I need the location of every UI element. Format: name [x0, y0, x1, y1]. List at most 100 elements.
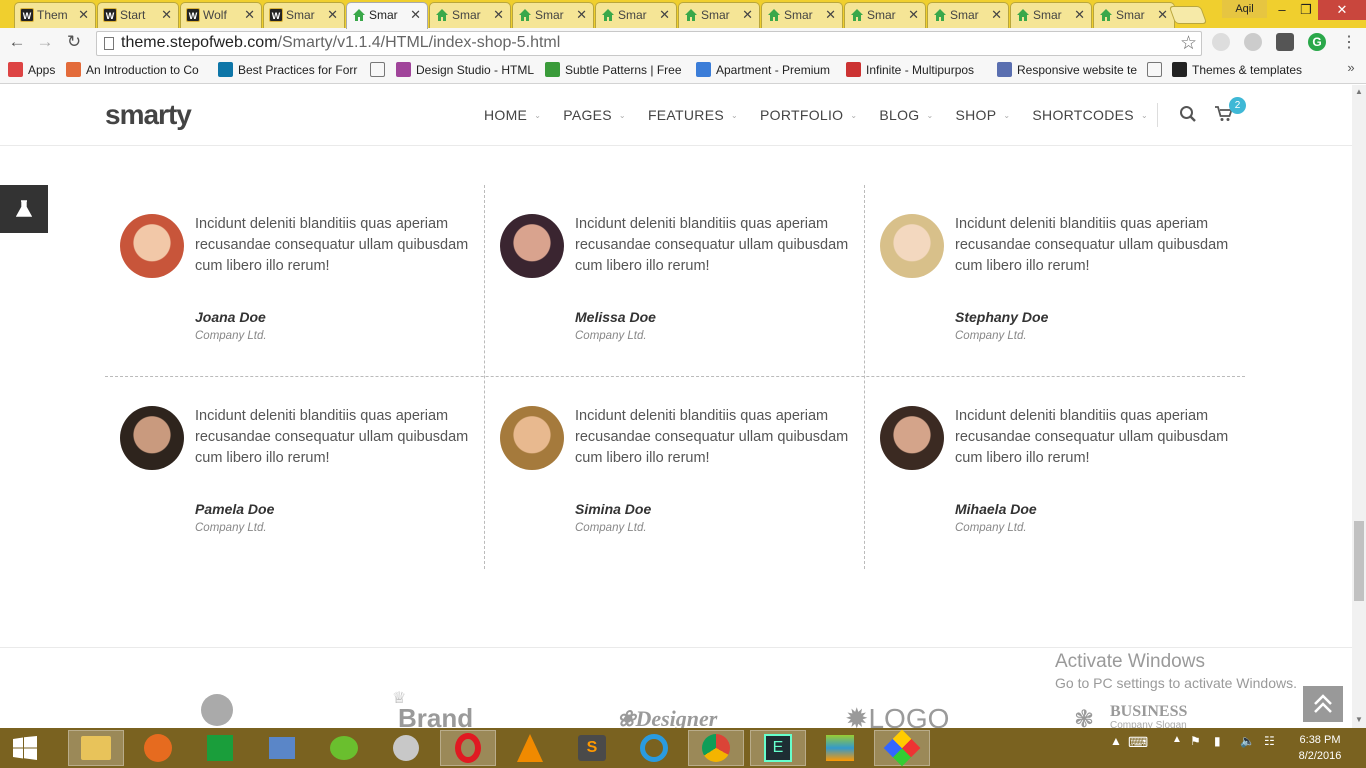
browser-tab[interactable]: W Them ✕: [14, 2, 96, 28]
minimize-icon[interactable]: –: [1270, 0, 1294, 20]
style-switcher-toggle[interactable]: [0, 185, 48, 233]
system-clock[interactable]: 6:38 PM 8/2/2016: [1290, 732, 1350, 764]
browser-tab[interactable]: Smar ✕: [346, 2, 428, 29]
close-tab-icon[interactable]: ✕: [161, 7, 172, 23]
page-scrollbar[interactable]: ▲ ▼: [1352, 85, 1366, 728]
vlc-icon[interactable]: [502, 730, 558, 766]
bookmark-item[interactable]: Best Practices for Forr: [218, 62, 358, 80]
close-tab-icon[interactable]: ✕: [576, 7, 587, 23]
more-bookmarks-icon[interactable]: »: [1340, 60, 1362, 75]
browser-tab[interactable]: Smar ✕: [429, 2, 511, 28]
battery-icon[interactable]: ▮: [1214, 734, 1221, 748]
close-tab-icon[interactable]: ✕: [1157, 7, 1168, 23]
close-tab-icon[interactable]: ✕: [244, 7, 255, 23]
bookmark-item[interactable]: [1147, 62, 1167, 80]
nav-item-pages[interactable]: PAGES ⌄: [563, 107, 626, 123]
browser-tab[interactable]: Smar ✕: [678, 2, 760, 28]
file-explorer-icon[interactable]: [68, 730, 124, 766]
browser-tab[interactable]: Smar ✕: [512, 2, 594, 28]
browser-tab[interactable]: W Wolf ✕: [180, 2, 262, 28]
bookmark-item[interactable]: Infinite - Multipurpos: [846, 62, 986, 80]
bookmark-item[interactable]: Responsive website te: [997, 62, 1137, 80]
start-windows-icon[interactable]: [0, 730, 50, 766]
close-tab-icon[interactable]: ✕: [1074, 7, 1085, 23]
browser-tab[interactable]: W Smar ✕: [263, 2, 345, 28]
green-app-icon[interactable]: [316, 730, 372, 766]
bookmark-item[interactable]: Design Studio - HTML: [396, 62, 536, 80]
nav-item-portfolio[interactable]: PORTFOLIO ⌄: [760, 107, 857, 123]
bluestacks-icon[interactable]: [812, 730, 868, 766]
browser-tab[interactable]: Smar ✕: [761, 2, 843, 28]
scroll-down-icon[interactable]: ▼: [1355, 715, 1363, 724]
sublime-text-icon[interactable]: S: [564, 730, 620, 766]
nav-item-home[interactable]: HOME ⌄: [484, 107, 541, 123]
bookmark-item[interactable]: Apartment - Premium: [696, 62, 836, 80]
nav-item-shortcodes[interactable]: SHORTCODES ⌄: [1032, 107, 1148, 123]
browser-tab[interactable]: Smar ✕: [1010, 2, 1092, 28]
browser-tab[interactable]: Smar ✕: [1093, 2, 1175, 28]
close-tab-icon[interactable]: ✕: [493, 7, 504, 23]
grammarly-icon[interactable]: G: [1308, 33, 1326, 51]
remote-desktop-icon[interactable]: [254, 730, 310, 766]
network-signal-icon[interactable]: ☷: [1264, 734, 1275, 748]
bookmark-item[interactable]: Apps: [8, 62, 60, 80]
scroll-to-top-button[interactable]: [1303, 686, 1343, 722]
firefox-icon[interactable]: [130, 730, 186, 766]
internet-explorer-icon[interactable]: [626, 730, 682, 766]
nav-item-shop[interactable]: SHOP ⌄: [955, 107, 1010, 123]
bookmark-item[interactable]: [370, 62, 390, 80]
designer-logo[interactable]: ❀Designer: [617, 706, 717, 728]
extension-icon[interactable]: [1244, 33, 1262, 51]
tray-expand-icon[interactable]: ▲: [1110, 734, 1122, 748]
new-tab-button[interactable]: [1168, 6, 1208, 24]
chevron-up-icon[interactable]: ▲: [1172, 734, 1182, 745]
browser-tab[interactable]: W Start ✕: [97, 2, 179, 28]
bookmark-item[interactable]: An Introduction to Co: [66, 62, 206, 80]
site-logo[interactable]: smarty: [105, 99, 192, 131]
reload-icon[interactable]: ↻: [63, 32, 85, 52]
profile-name[interactable]: Aqil: [1222, 0, 1267, 18]
bookmark-star-icon[interactable]: ☆: [1180, 32, 1197, 55]
close-tab-icon[interactable]: ✕: [742, 7, 753, 23]
browser-tab[interactable]: Smar ✕: [595, 2, 677, 28]
forward-icon[interactable]: →: [34, 32, 56, 52]
address-bar[interactable]: theme.stepofweb.com/Smarty/v1.1.4/HTML/i…: [96, 31, 1202, 56]
close-window-icon[interactable]: ✕: [1318, 0, 1366, 20]
logo-brand[interactable]: ✹LOGO: [845, 702, 949, 728]
volume-muted-icon[interactable]: 🔈: [1240, 734, 1255, 748]
brand-logo[interactable]: Brand: [398, 703, 473, 728]
home-icon: [1099, 8, 1113, 22]
bookmark-item[interactable]: Themes & templates: [1172, 62, 1342, 80]
snipping-tool-icon[interactable]: [378, 730, 434, 766]
menu-icon[interactable]: ⋮: [1338, 32, 1360, 52]
business-logo[interactable]: BUSINESS: [1110, 703, 1187, 721]
editor-icon[interactable]: E: [750, 730, 806, 766]
bookmark-item[interactable]: Subtle Patterns | Free: [545, 62, 685, 80]
extension-icon[interactable]: [1276, 33, 1294, 51]
extension-icon[interactable]: [1212, 33, 1230, 51]
nav-item-blog[interactable]: BLOG ⌄: [879, 107, 933, 123]
rabbit-logo-icon[interactable]: [201, 694, 233, 726]
browser-tab[interactable]: Smar ✕: [927, 2, 1009, 28]
browser-tab[interactable]: Smar ✕: [844, 2, 926, 28]
scrollbar-thumb[interactable]: [1354, 521, 1364, 601]
gimp-like-icon[interactable]: [874, 729, 930, 767]
chrome-icon[interactable]: [688, 730, 744, 766]
scroll-up-icon[interactable]: ▲: [1355, 87, 1363, 96]
keyboard-icon[interactable]: ⌨: [1128, 734, 1148, 751]
opera-icon[interactable]: [440, 730, 496, 766]
nav-item-features[interactable]: FEATURES ⌄: [648, 107, 738, 123]
close-tab-icon[interactable]: ✕: [991, 7, 1002, 23]
close-tab-icon[interactable]: ✕: [659, 7, 670, 23]
close-tab-icon[interactable]: ✕: [825, 7, 836, 23]
restore-icon[interactable]: ❐: [1294, 0, 1318, 20]
close-tab-icon[interactable]: ✕: [78, 7, 89, 23]
close-tab-icon[interactable]: ✕: [908, 7, 919, 23]
action-center-icon[interactable]: ⚑: [1190, 734, 1201, 748]
search-icon[interactable]: [1179, 105, 1197, 128]
w-icon: W: [103, 8, 117, 22]
store-icon[interactable]: [192, 730, 248, 766]
close-tab-icon[interactable]: ✕: [410, 7, 421, 23]
back-icon[interactable]: ←: [6, 32, 28, 52]
close-tab-icon[interactable]: ✕: [327, 7, 338, 23]
